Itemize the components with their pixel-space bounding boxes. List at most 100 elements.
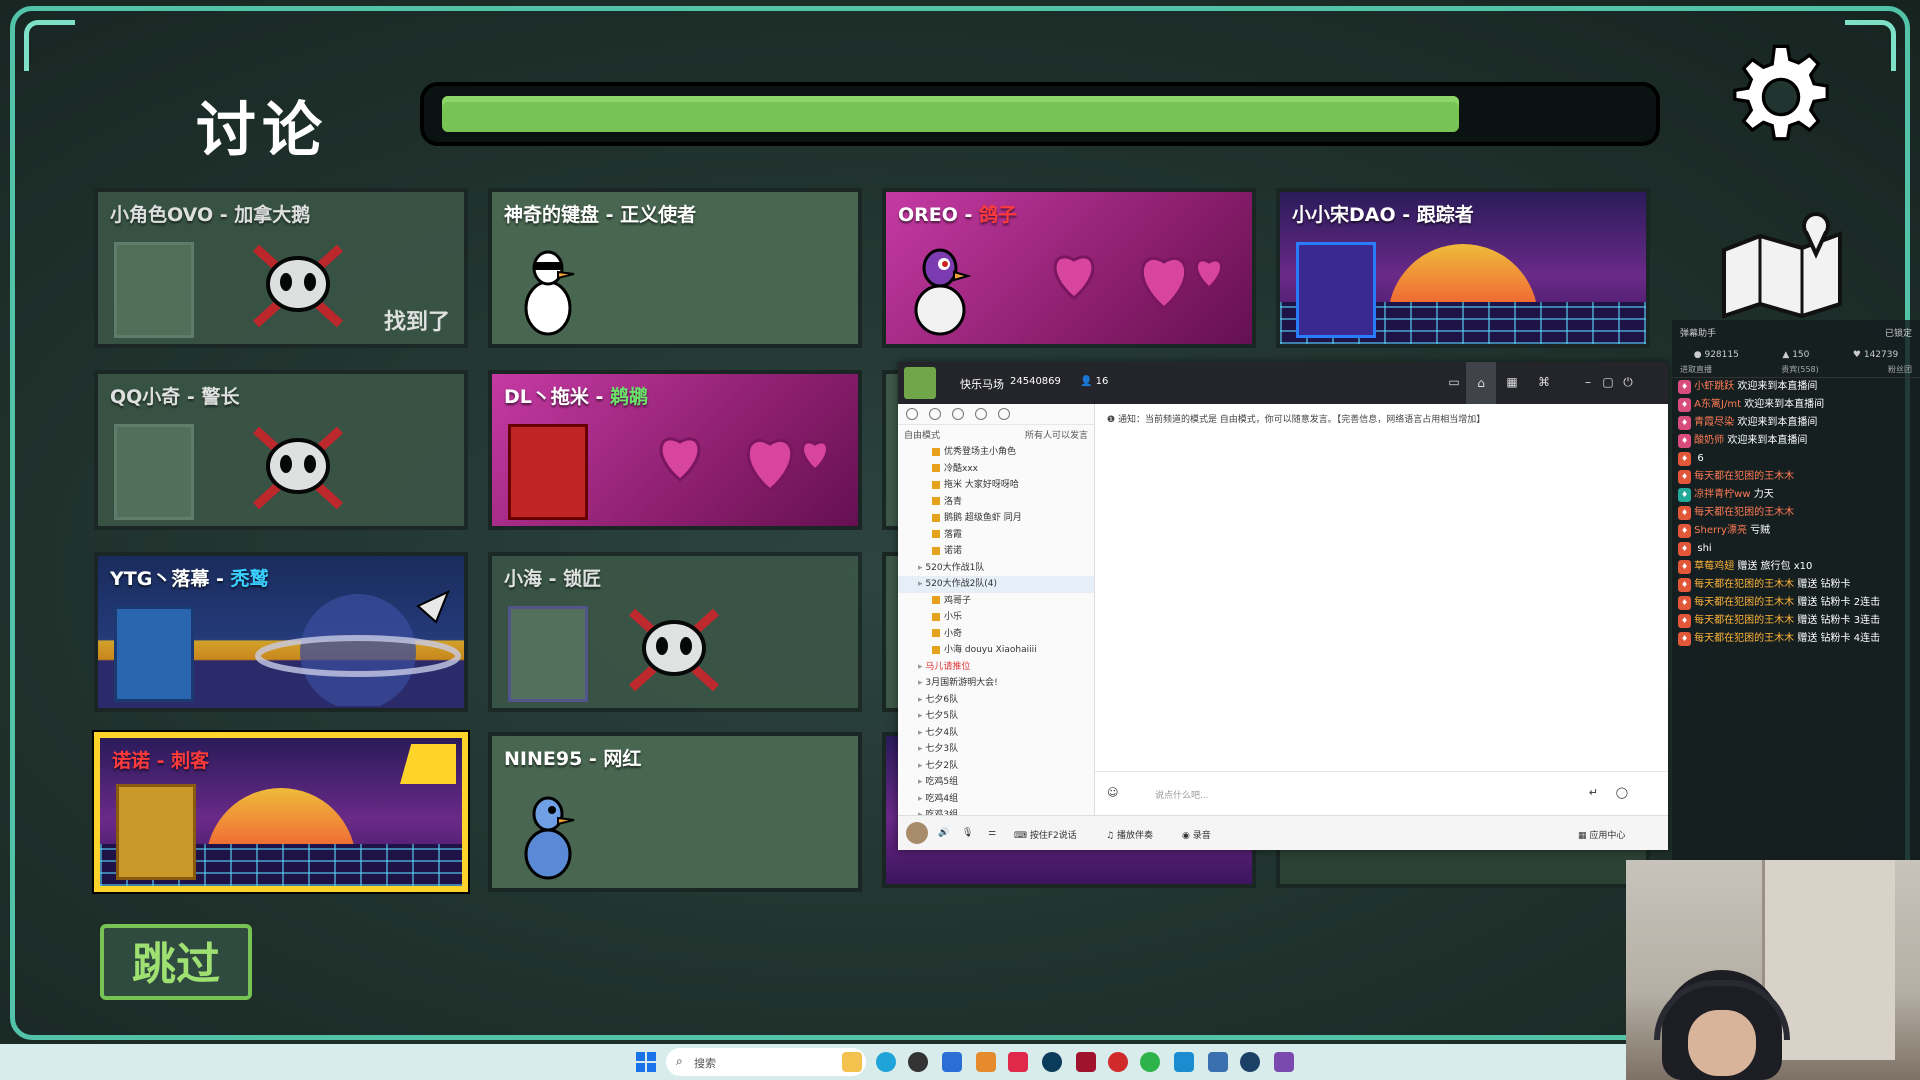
tree-member[interactable]: 小海 douyu Xiaohaiiii bbox=[898, 642, 1094, 659]
player-card[interactable]: 神奇的键盘 - 正义使者 bbox=[488, 188, 862, 348]
tree-channel[interactable]: 七夕6队 bbox=[898, 692, 1094, 709]
player-card[interactable]: QQ小奇 - 警长 bbox=[94, 370, 468, 530]
app-icon[interactable] bbox=[976, 1052, 996, 1072]
tab-live[interactable]: 进取直播 bbox=[1680, 364, 1712, 375]
map-icon[interactable] bbox=[1718, 208, 1848, 318]
app-icon[interactable] bbox=[1174, 1052, 1194, 1072]
player-card[interactable]: NINE95 - 网红 bbox=[488, 732, 862, 892]
user-icon[interactable] bbox=[906, 408, 918, 420]
power-icon[interactable]: ⏻ bbox=[1620, 374, 1636, 390]
tree-channel[interactable]: 七夕5队 bbox=[898, 708, 1094, 725]
netease-music-icon[interactable] bbox=[1008, 1052, 1028, 1072]
record-button[interactable]: ◉ 录音 bbox=[1182, 828, 1211, 841]
tree-member[interactable]: 鹅鹅 超级鱼虾 同月 bbox=[898, 510, 1094, 527]
danmaku-user[interactable]: 每天都在犯困的王木木 bbox=[1694, 579, 1794, 590]
tab-fans[interactable]: 粉丝团 bbox=[1888, 364, 1912, 375]
tree-channel[interactable]: 吃鸡4组 bbox=[898, 791, 1094, 808]
danmaku-user[interactable]: 凉拌青柠ww bbox=[1694, 489, 1750, 500]
chat-input-bar[interactable]: ☺ 说点什么吧... ↵ ◯ bbox=[1095, 771, 1668, 816]
avatar[interactable] bbox=[906, 822, 928, 844]
tree-member[interactable]: 小乐 bbox=[898, 609, 1094, 626]
tree-channel[interactable]: 马儿请推位 bbox=[898, 659, 1094, 676]
player-card-selected[interactable]: 诺诺 - 刺客 bbox=[94, 732, 468, 892]
tree-channel[interactable]: 七夕4队 bbox=[898, 725, 1094, 742]
home-icon[interactable]: ⌂ bbox=[1466, 362, 1496, 404]
tree-member[interactable]: 诺诺 bbox=[898, 543, 1094, 560]
minimize-icon[interactable]: – bbox=[1580, 374, 1596, 390]
app-center-button[interactable]: ▦ 应用中心 bbox=[1578, 828, 1625, 841]
microphone-icon[interactable]: 🎙 bbox=[962, 828, 973, 838]
app-icon[interactable] bbox=[1208, 1052, 1228, 1072]
danmaku-user[interactable]: 每天都在犯困的王木木 bbox=[1694, 507, 1794, 518]
hearts-icon bbox=[1053, 255, 1223, 310]
danmaku-user[interactable]: 每天都在犯困的王木木 bbox=[1694, 615, 1794, 626]
tree-member[interactable]: 洛青 bbox=[898, 494, 1094, 511]
gamepad-icon[interactable]: ⌘ bbox=[1536, 374, 1552, 390]
danmaku-user[interactable]: 每天都在犯困的王木木 bbox=[1694, 633, 1794, 644]
tree-channel[interactable]: 3月国新游明大会! bbox=[898, 675, 1094, 692]
send-icon[interactable]: ↵ bbox=[1589, 786, 1598, 799]
steam-icon[interactable] bbox=[1240, 1052, 1260, 1072]
chat-input[interactable]: 说点什么吧... bbox=[1155, 788, 1209, 801]
app-icon[interactable] bbox=[1274, 1052, 1294, 1072]
accompany-button[interactable]: ♫ 播放伴奏 bbox=[1106, 828, 1153, 841]
danmaku-user[interactable]: 酸奶师 bbox=[1694, 435, 1724, 446]
player-card[interactable]: 小海 - 锁匠 bbox=[488, 552, 862, 712]
tree-channel[interactable]: 七夕3队 bbox=[898, 741, 1094, 758]
tree-channel[interactable]: 520大作战1队 bbox=[898, 560, 1094, 577]
player-card[interactable]: 小小宋DAO - 跟踪者 bbox=[1276, 188, 1650, 348]
tree-channel[interactable]: 七夕2队 bbox=[898, 758, 1094, 775]
file-explorer-icon[interactable] bbox=[842, 1052, 862, 1072]
danmaku-user[interactable]: Sherry漂亮 bbox=[1694, 525, 1747, 536]
edge-browser-icon[interactable] bbox=[876, 1052, 896, 1072]
lock-status[interactable]: 已锁定 bbox=[1885, 326, 1912, 346]
tree-member[interactable]: 鸡哥子 bbox=[898, 593, 1094, 610]
danmaku-user[interactable]: 小虾跳跃 bbox=[1694, 381, 1734, 392]
tree-member[interactable]: 小奇 bbox=[898, 626, 1094, 643]
wechat-icon[interactable] bbox=[1140, 1052, 1160, 1072]
mixer-icon[interactable]: ⚌ bbox=[988, 828, 996, 838]
taskbar-search[interactable]: ⌕ 搜索 bbox=[666, 1048, 866, 1076]
danmaku-message: ♦ 6 bbox=[1672, 450, 1920, 468]
app-icon[interactable] bbox=[1076, 1052, 1096, 1072]
app-icon[interactable] bbox=[942, 1052, 962, 1072]
player-card[interactable]: DL丶拖米 - 鹈鹕 bbox=[488, 370, 862, 530]
voice-chat-window[interactable]: 快乐马场 24540869 👤 16 ▭ ⌂ ▦ ⌘ – ▢ ⏻ 自由模式 所有… bbox=[898, 362, 1668, 850]
danmaku-user[interactable]: A东篱J/mt bbox=[1694, 399, 1741, 410]
search-icon[interactable] bbox=[998, 408, 1010, 420]
tree-channel[interactable]: 吃鸡5组 bbox=[898, 774, 1094, 791]
tree-member[interactable]: 优秀登场主小角色 bbox=[898, 444, 1094, 461]
windows-start-icon[interactable] bbox=[636, 1052, 656, 1072]
refresh-icon[interactable] bbox=[929, 408, 941, 420]
danmaku-user[interactable]: 每天都在犯困的王木木 bbox=[1694, 597, 1794, 608]
danmaku-user[interactable]: 草莓鸡翅 bbox=[1694, 561, 1734, 572]
list-icon[interactable] bbox=[975, 408, 987, 420]
push-to-talk-button[interactable]: ⌨ 按住F2说话 bbox=[1014, 828, 1077, 841]
search-placeholder: 搜索 bbox=[694, 1057, 716, 1070]
app-icon[interactable] bbox=[1108, 1052, 1128, 1072]
tree-channel[interactable]: 520大作战2队(4) bbox=[898, 576, 1094, 593]
tree-member[interactable]: 冷酷xxx bbox=[898, 461, 1094, 478]
obs-icon[interactable] bbox=[908, 1052, 928, 1072]
tree-member[interactable]: 落霞 bbox=[898, 527, 1094, 544]
tree-member[interactable]: 拖米 大家好呀呀哈 bbox=[898, 477, 1094, 494]
tab-vip[interactable]: 贵宾(558) bbox=[1781, 364, 1819, 375]
danmaku-user[interactable]: 每天都在犯困的王木木 bbox=[1694, 471, 1794, 482]
danmaku-message: ♦ 小虾跳跃 欢迎来到本直播间 bbox=[1672, 378, 1920, 396]
player-card[interactable]: YTG丶落幕 - 秃鹫 bbox=[94, 552, 468, 712]
speaker-icon[interactable]: 🔊 bbox=[938, 828, 949, 838]
channel-tree: 优秀登场主小角色冷酷xxx拖米 大家好呀呀哈洛青鹅鹅 超级鱼虾 同月落霞诺诺52… bbox=[898, 444, 1094, 824]
skip-button[interactable]: 跳过 bbox=[100, 924, 252, 1000]
chat-bubble-icon[interactable]: ◯ bbox=[1616, 786, 1628, 799]
player-card[interactable]: 小角色OVO - 加拿大鹅 找到了 bbox=[94, 188, 468, 348]
player-role: 正义使者 bbox=[620, 204, 697, 226]
location-icon[interactable] bbox=[952, 408, 964, 420]
layout-icon[interactable]: ▦ bbox=[1504, 374, 1520, 390]
danmaku-user[interactable]: 青霞尽染 bbox=[1694, 417, 1734, 428]
app-icon[interactable] bbox=[1042, 1052, 1062, 1072]
maximize-icon[interactable]: ▢ bbox=[1600, 374, 1616, 390]
player-card[interactable]: OREO - 鸽子 bbox=[882, 188, 1256, 348]
emoji-icon[interactable]: ☺ bbox=[1107, 786, 1118, 799]
screen-share-icon[interactable]: ▭ bbox=[1446, 374, 1462, 390]
gear-icon[interactable] bbox=[1726, 42, 1836, 152]
